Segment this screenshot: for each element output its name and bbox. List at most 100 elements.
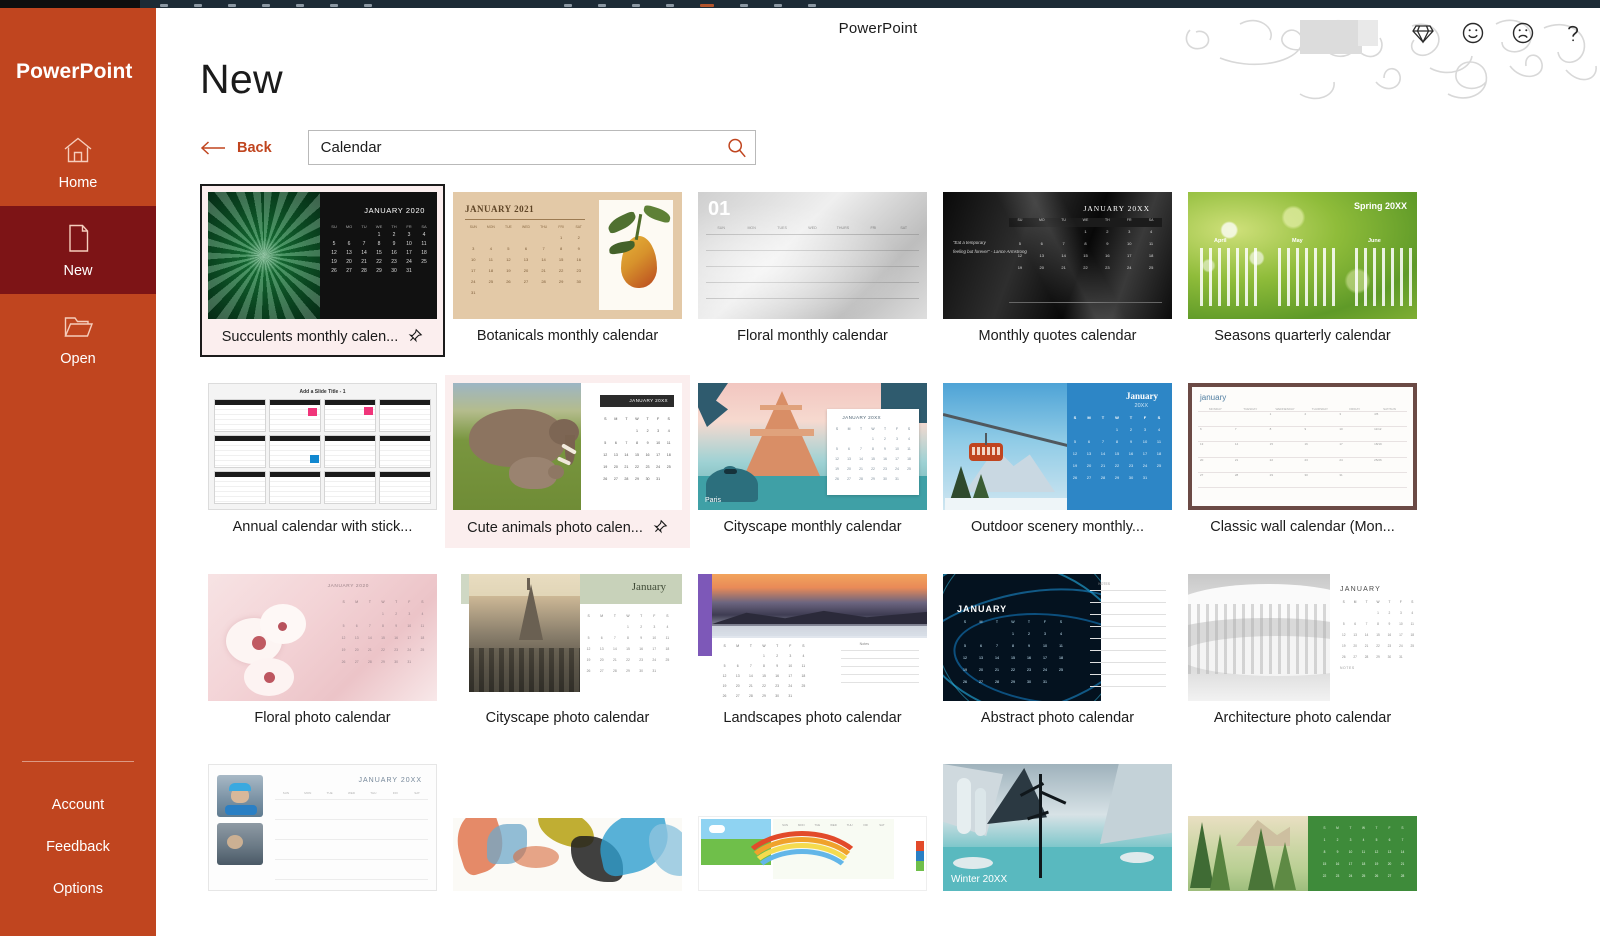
template-card-rainbow[interactable]: SUN MON TUE WED THU FRI SAT <box>690 756 935 912</box>
template-card-label: Annual calendar with stick... <box>232 519 413 535</box>
template-row: JANUARY 20XX SUNMONTUEWEDTHUFRISAT <box>200 756 1582 912</box>
header-placeholder-block-2 <box>1358 20 1378 46</box>
taskbar-tick <box>194 3 202 7</box>
search-box[interactable] <box>307 130 756 165</box>
template-card-cityscape-monthly[interactable]: Paris JANUARY 20XX SMTWTFS 1234 5 6 7 8 9 10 1… <box>690 375 935 547</box>
taskbar-tick <box>564 3 572 7</box>
template-thumbnail: JANUARY 20XX SUMOTUWETHFRSA 1234 5678910… <box>943 192 1172 319</box>
template-card-label: Cityscape monthly calendar <box>723 519 902 535</box>
search-input[interactable] <box>308 131 755 164</box>
sidebar-item-open[interactable]: Open <box>0 294 156 382</box>
template-card-outdoor-scenery[interactable]: January 20XX SMTWTFS 1234 5 6 7 8 9 10 11 12 13… <box>935 375 1180 547</box>
taskbar-tick <box>262 3 270 7</box>
smiley-face-icon[interactable] <box>1460 20 1486 46</box>
template-row: JANUARY 2020 SU MO TU WE TH FR SA 1234 5 6 7 8 9 10… <box>200 184 1582 357</box>
template-card-watercolor[interactable] <box>445 756 690 912</box>
template-card-landscapes-photo[interactable]: JANUARY 20XX SMTWTFS 1234 567891011 1213… <box>690 566 935 738</box>
sidebar: PowerPoint Home New Open Account Feedbac… <box>0 8 156 936</box>
thumb-caption: JANUARY <box>957 604 1008 614</box>
app-brand: PowerPoint <box>16 60 133 83</box>
template-thumbnail: 01 SUNMONTUESWEDTHURSFRISAT <box>698 192 927 319</box>
taskbar-tick <box>598 3 606 7</box>
template-card-abstract-photo[interactable]: JANUARY SMTWTFS 1234 5 6 7 8 9 10 11 12 13 14 15 1… <box>935 566 1180 738</box>
template-row: JANUARY 2020 SMTWTFS 1234 5 6 7 8 9 10 11 12 13… <box>200 566 1582 738</box>
help-question-icon[interactable] <box>1560 20 1586 46</box>
thumb-mini-calendar: SU MO TU WE TH FR SA 1234 5 6 7 8 9 10 11 12 13 14 15 16… <box>331 224 427 274</box>
sidebar-bottom-links: Account Feedback Options <box>0 784 156 936</box>
sidebar-item-new[interactable]: New <box>0 206 156 294</box>
template-card-annual-sticky[interactable]: Add a Slide Title - 1 Annual calendar wi… <box>200 375 445 547</box>
eiffel-tower-illustration <box>519 584 543 640</box>
search-icon[interactable] <box>725 136 749 160</box>
template-card-cute-animals[interactable]: JANUARY 20XX SMTWTFS 1234 5 6 7 8 9 10 11 12 13… <box>445 375 690 548</box>
sidebar-link-feedback[interactable]: Feedback <box>0 826 156 868</box>
template-card-floral-monthly[interactable]: 01 SUNMONTUESWEDTHURSFRISAT <box>690 184 935 356</box>
template-card-label: Architecture photo calendar <box>1213 710 1392 726</box>
template-thumbnail: January 20XX SMTWTFS 1234 5 6 7 8 9 10 11 12 13… <box>943 383 1172 510</box>
home-icon <box>61 133 95 167</box>
title-bar: PowerPoint <box>156 8 1600 100</box>
powerpoint-new-screen: PowerPoint Home New Open Account Feedbac… <box>0 0 1600 936</box>
template-card-seasons[interactable]: Spring 20XX April May June Seasons quart… <box>1180 184 1425 356</box>
template-thumbnail: JANUARY SMTWTFS 1234 5 6 7 8 9 10 11 12 13 14 15 1… <box>943 574 1172 701</box>
template-thumbnail: SMTWTFS 1234567 8 9 10 11 12 13 14 15 16 17 18 19 2… <box>1188 816 1417 891</box>
diamond-premium-icon[interactable] <box>1410 20 1436 46</box>
template-thumbnail: Spring 20XX April May June <box>1188 192 1417 319</box>
template-card-succulents[interactable]: JANUARY 2020 SU MO TU WE TH FR SA 1234 5 6 7 8 9 10… <box>200 184 445 357</box>
template-thumbnail: Add a Slide Title - 1 <box>208 383 437 510</box>
template-thumbnail: january MONDAY TUESDAY WEDNESDAY THURSDAY FR… <box>1188 383 1417 510</box>
thumb-notes-label: Notes <box>859 642 869 646</box>
pin-icon[interactable] <box>651 519 668 536</box>
taskbar-tick <box>740 3 748 7</box>
sidebar-item-home[interactable]: Home <box>0 118 156 206</box>
template-card-monthly-quotes[interactable]: JANUARY 20XX SUMOTUWETHFRSA 1234 5678910… <box>935 184 1180 356</box>
template-thumbnail: JANUARY 20XX SMTWTFS 1234 567891011 1213… <box>698 574 927 701</box>
thumb-caption: January <box>1125 391 1158 401</box>
template-card-winter-scene[interactable]: Winter 20XX <box>935 756 1180 912</box>
thumb-year: 20XX <box>1134 403 1148 409</box>
template-card-floral-photo[interactable]: JANUARY 2020 SMTWTFS 1234 5 6 7 8 9 10 11 12 13… <box>200 566 445 738</box>
taskbar-tick-active <box>700 3 714 7</box>
template-thumbnail: JANUARY 2021 SUN MON TUE WED THU FRI SAT 12 34… <box>453 192 682 319</box>
arrow-left-icon <box>200 140 226 156</box>
frowny-face-icon[interactable] <box>1510 20 1536 46</box>
thumb-caption: JANUARY 2020 <box>327 584 369 589</box>
template-card-forest[interactable]: SMTWTFS 1234567 8 9 10 11 12 13 14 15 16 17 18 19 2… <box>1180 756 1425 912</box>
template-card-classic-wall[interactable]: january MONDAY TUESDAY WEDNESDAY THURSDAY FR… <box>1180 375 1425 547</box>
open-folder-icon <box>61 309 95 343</box>
thumb-caption: Add a Slide Title - 1 <box>299 389 346 395</box>
thumb-caption: JANUARY 2021 <box>465 204 535 214</box>
taskbar-tick <box>632 3 640 7</box>
thumb-caption: JANUARY <box>1340 586 1381 593</box>
back-button[interactable]: Back <box>200 140 272 156</box>
thumb-caption: JANUARY 20XX <box>842 415 881 420</box>
template-card-botanicals[interactable]: JANUARY 2021 SUN MON TUE WED THU FRI SAT 12 34… <box>445 184 690 356</box>
template-card-cityscape-photo[interactable]: January SMTWTFS 1234 5 6 7 8 9 10 11 12 13 14 15 1… <box>445 566 690 738</box>
sidebar-divider <box>22 761 134 762</box>
sidebar-link-account[interactable]: Account <box>0 784 156 826</box>
taskbar-tick <box>330 3 338 7</box>
thumb-caption: JANUARY 20XX <box>358 777 422 784</box>
taskbar-tick <box>666 3 674 7</box>
thumb-caption: january <box>1200 393 1227 402</box>
taskbar-tick <box>364 3 372 7</box>
template-card-label: Classic wall calendar (Mon... <box>1210 519 1395 535</box>
thumb-month-label: May <box>1292 238 1303 244</box>
page-title: New <box>200 56 283 102</box>
sidebar-nav: Home New Open <box>0 118 156 382</box>
template-grid: JANUARY 2020 SU MO TU WE TH FR SA 1234 5 6 7 8 9 10… <box>200 184 1582 936</box>
template-card-label: Abstract photo calendar <box>980 710 1135 726</box>
template-thumbnail: Paris JANUARY 20XX SMTWTFS 1234 5 6 7 8 9 10 1… <box>698 383 927 510</box>
thumb-caption: January <box>631 581 666 593</box>
thumb-notes-label: NOTES <box>1098 582 1110 586</box>
sidebar-link-options[interactable]: Options <box>0 868 156 910</box>
template-thumbnail: JANUARY 2020 SU MO TU WE TH FR SA 1234 5 6 7 8 9 10… <box>208 192 437 319</box>
template-card-winter-photo[interactable]: JANUARY 20XX SUN MON TUE WED THU FRI SAT <box>200 756 445 912</box>
template-card-architecture-photo[interactable]: JANUARY SMTWTFS 1234 5 6 7 8 9 10 11 12 13 14 15 1… <box>1180 566 1425 738</box>
thumb-caption: Spring 20XX <box>1353 201 1407 211</box>
header-placeholder-block <box>1300 20 1362 54</box>
pin-icon[interactable] <box>406 328 423 345</box>
thumb-caption: JANUARY 2020 <box>364 206 425 215</box>
taskbar-tick <box>774 3 782 7</box>
header-icon-group <box>1410 20 1586 46</box>
